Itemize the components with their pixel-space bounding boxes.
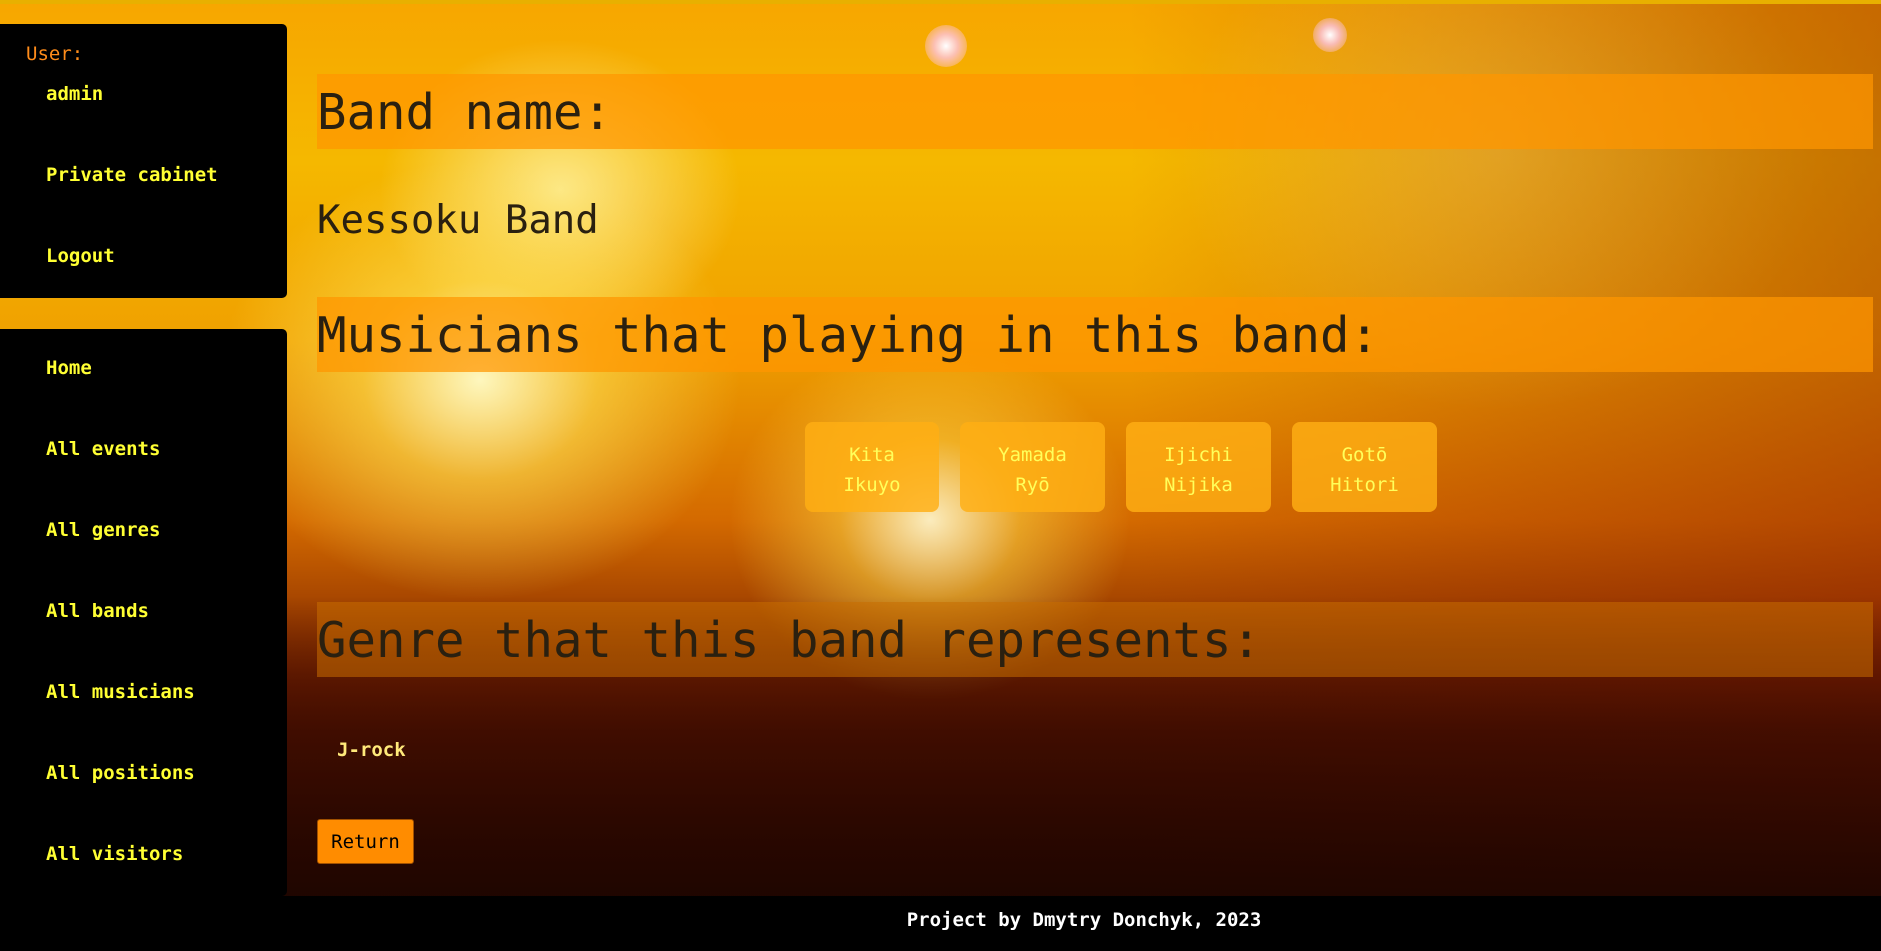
nav-all-positions[interactable]: All positions bbox=[46, 762, 195, 784]
private-cabinet-link[interactable]: Private cabinet bbox=[46, 164, 218, 186]
musician-card[interactable]: Yamada Ryō bbox=[960, 422, 1105, 512]
musician-last-name: Ikuyo bbox=[843, 474, 901, 496]
musician-last-name: Hitori bbox=[1330, 474, 1399, 496]
band-name-heading: Band name: bbox=[317, 84, 613, 141]
nav-all-musicians[interactable]: All musicians bbox=[46, 681, 195, 703]
stage-light bbox=[1313, 18, 1347, 52]
footer-credit: Project by Dmytry Donchyk, 2023 bbox=[906, 909, 1262, 931]
musician-card[interactable]: Gotō Hitori bbox=[1292, 422, 1437, 512]
nav-all-events[interactable]: All events bbox=[46, 438, 160, 460]
user-panel: User: admin Private cabinet Logout bbox=[0, 24, 287, 298]
band-name-value: Kessoku Band bbox=[317, 198, 599, 243]
genre-link[interactable]: J-rock bbox=[337, 739, 406, 761]
nav-all-genres[interactable]: All genres bbox=[46, 519, 160, 541]
musician-card[interactable]: Kita Ikuyo bbox=[805, 422, 939, 512]
logout-link[interactable]: Logout bbox=[46, 245, 115, 267]
nav-all-visitors[interactable]: All visitors bbox=[46, 843, 183, 865]
footer-left-fill bbox=[0, 896, 287, 951]
genre-heading: Genre that this band represents: bbox=[317, 612, 1262, 669]
musicians-section: Musicians that playing in this band: bbox=[317, 297, 1873, 372]
username-link[interactable]: admin bbox=[46, 83, 103, 105]
musicians-heading: Musicians that playing in this band: bbox=[317, 307, 1380, 364]
nav-all-bands[interactable]: All bands bbox=[46, 600, 149, 622]
sidebar-nav: Home All events All genres All bands All… bbox=[0, 329, 287, 896]
musician-first-name: Kita bbox=[849, 444, 895, 466]
musician-first-name: Yamada bbox=[998, 444, 1067, 466]
musician-first-name: Ijichi bbox=[1164, 444, 1233, 466]
footer: Project by Dmytry Donchyk, 2023 bbox=[287, 896, 1881, 951]
user-label: User: bbox=[26, 43, 84, 65]
musician-first-name: Gotō bbox=[1341, 444, 1388, 466]
top-strip bbox=[0, 0, 1881, 4]
stage-light bbox=[925, 25, 967, 67]
musician-card[interactable]: Ijichi Nijika bbox=[1126, 422, 1271, 512]
nav-home[interactable]: Home bbox=[46, 357, 92, 379]
genre-section: Genre that this band represents: bbox=[317, 602, 1873, 677]
musician-last-name: Nijika bbox=[1164, 474, 1233, 496]
return-button[interactable]: Return bbox=[317, 819, 414, 864]
band-name-section: Band name: bbox=[317, 74, 1873, 149]
musician-last-name: Ryō bbox=[1015, 474, 1050, 496]
